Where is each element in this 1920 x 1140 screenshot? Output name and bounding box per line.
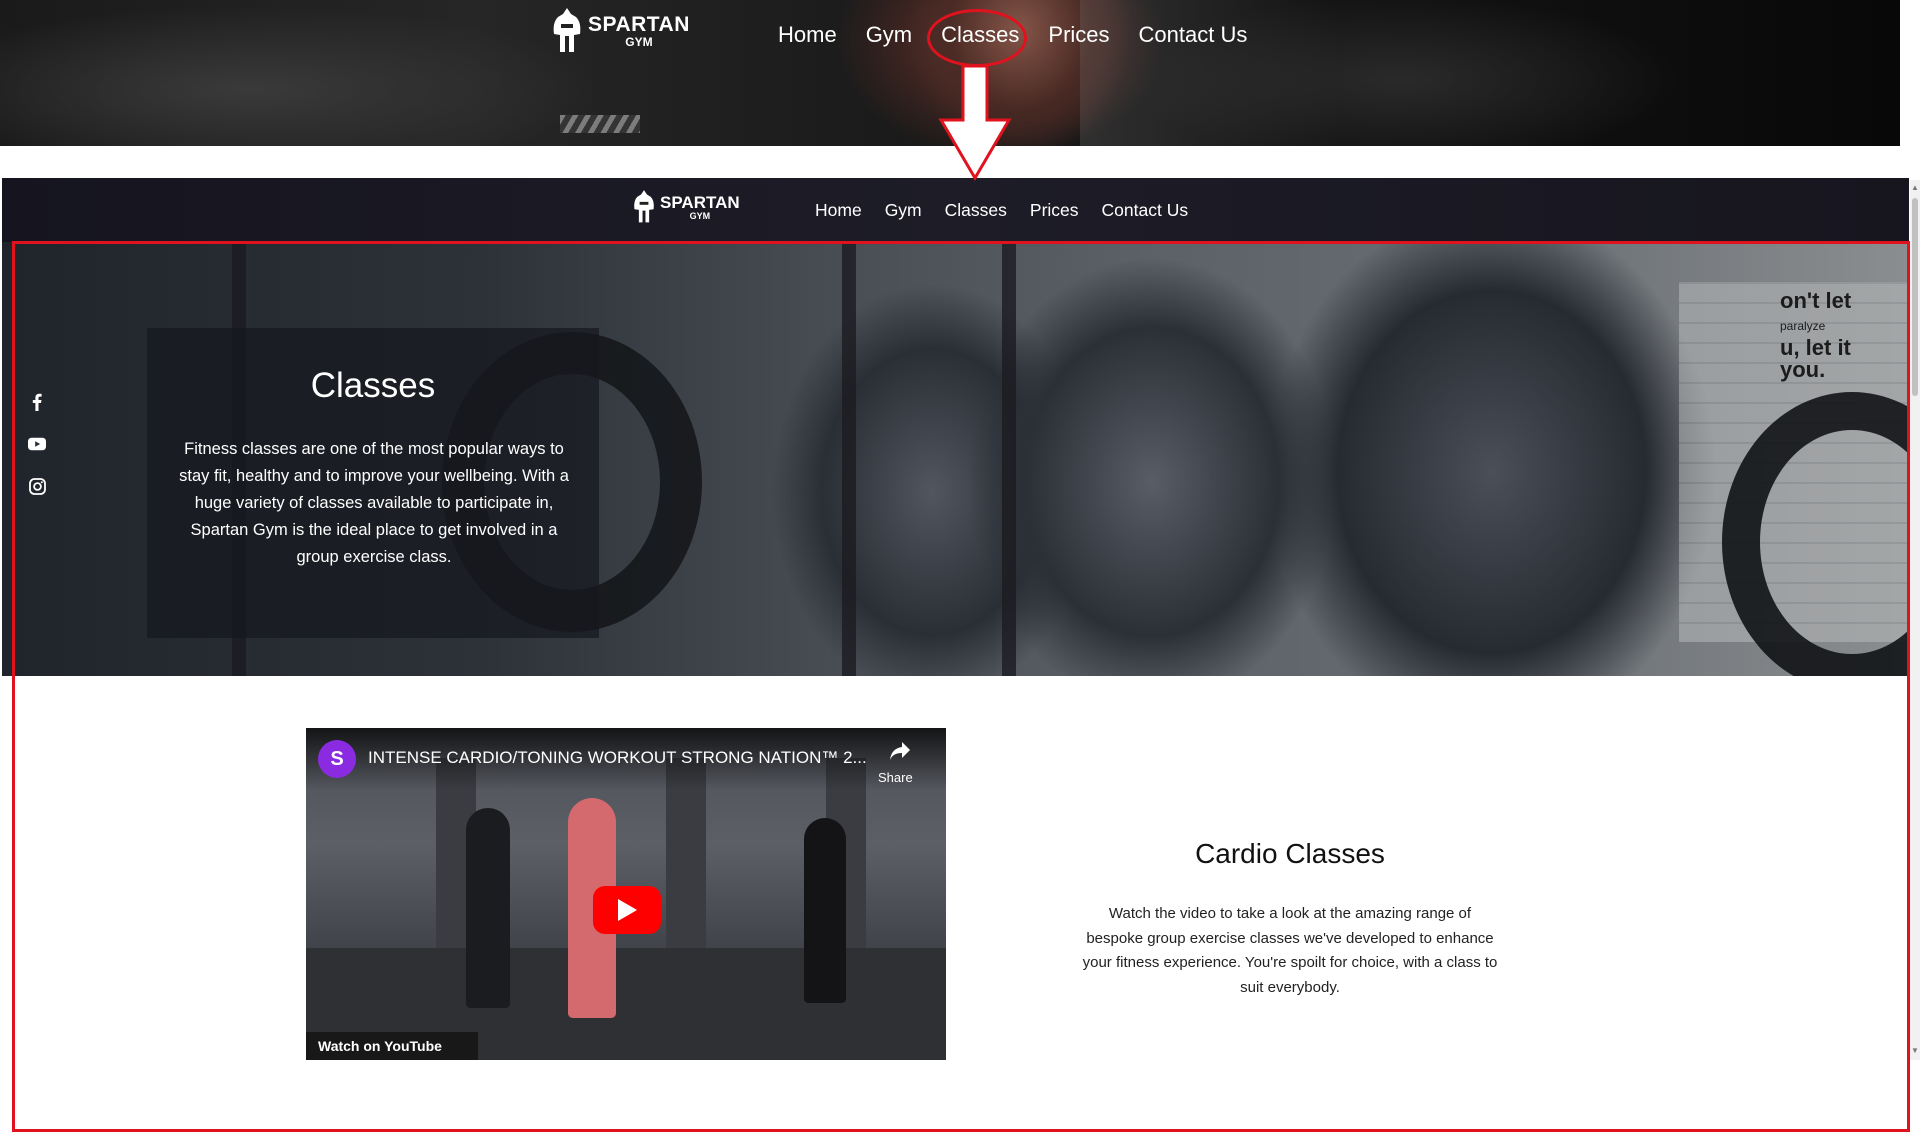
highlight-box	[12, 241, 1910, 1132]
highlight-circle	[927, 9, 1027, 67]
main-nav: Home Gym Classes Prices Contact Us	[815, 200, 1188, 221]
hazard-stripes	[560, 115, 640, 133]
logo-brand: SPARTAN	[660, 192, 740, 212]
nav-contact[interactable]: Contact Us	[1139, 22, 1248, 48]
logo-brand: SPARTAN	[588, 13, 690, 36]
spartan-helmet-icon	[553, 8, 581, 52]
scroll-down-arrow-icon[interactable]: ▼	[1911, 1046, 1919, 1055]
scroll-up-arrow-icon[interactable]: ▲	[1911, 183, 1919, 192]
logo-sub: GYM	[689, 210, 711, 221]
logo[interactable]: SPARTAN GYM	[552, 8, 690, 54]
nav-home[interactable]: Home	[815, 200, 862, 221]
spartan-helmet-icon	[634, 190, 654, 223]
logo-sub: GYM	[625, 35, 653, 49]
nav-gym[interactable]: Gym	[866, 22, 912, 48]
nav-prices[interactable]: Prices	[1030, 200, 1079, 221]
logo[interactable]: SPARTAN GYM	[633, 190, 740, 224]
nav-prices[interactable]: Prices	[1048, 22, 1109, 48]
nav-classes[interactable]: Classes	[945, 200, 1007, 221]
nav-gym[interactable]: Gym	[885, 200, 922, 221]
scrollbar-thumb[interactable]	[1912, 198, 1918, 396]
site-header: SPARTAN GYM Home Gym Classes Prices Cont…	[2, 178, 1909, 242]
down-arrow-icon	[938, 64, 1012, 181]
nav-contact[interactable]: Contact Us	[1102, 200, 1189, 221]
nav-home[interactable]: Home	[778, 22, 837, 48]
